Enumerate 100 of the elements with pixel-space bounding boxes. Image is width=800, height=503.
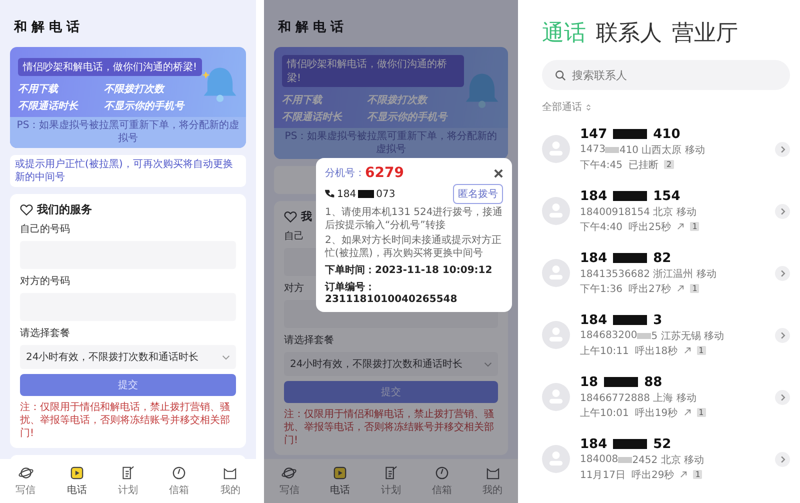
avatar-icon [542,321,570,349]
call-time: 下午4:45 [580,158,622,172]
slogan: 不显示你的手机号 [367,110,449,124]
tab-bar-item[interactable]: 电话 [66,465,87,497]
top-tab[interactable]: 联系人 [596,18,662,48]
plan-dropdown[interactable]: 24小时有效，不限拨打次数和通话时长 [20,345,236,369]
chevron-right-icon[interactable] [775,328,790,342]
avatar-icon [542,135,570,163]
field-label: 自己 [284,230,304,243]
order-number: 订单编号：2311181010040265548 [325,280,458,305]
order-time: 下单时间：2023-11-18 10:09:12 [325,264,494,277]
phone-number-end: 154 [653,188,680,204]
phone-number-start: 184 [580,436,608,452]
blurred-digits [618,456,632,462]
call-time: 下午4:40 [580,220,622,234]
tab-bar-item[interactable]: 电话 [330,465,350,497]
tab-bar-item[interactable]: 写信 [279,465,300,497]
field-label: 自己的号码 [20,223,71,236]
number-location: 18466772888 上海 移动 [580,392,696,404]
call-time: 上午10:01 [580,406,629,420]
warning-note: 注：仅限用于情侣和解电话，禁止拨打营销、骚扰、举报等电话，否则将冻结账号并移交相关部门! [284,408,495,447]
tab-bar-item[interactable]: 计划 [380,465,401,497]
close-icon[interactable] [494,168,503,178]
phone-number-end: 073 [376,188,396,200]
number-location: 1473 [580,144,606,155]
tab-bar-item[interactable]: 我的 [482,465,503,497]
tab-bar-item[interactable]: 写信 [16,465,36,497]
redaction-block [613,191,648,201]
sim-badge: 1 [696,408,706,417]
redaction-block [604,377,638,387]
sim-badge: 1 [690,284,700,293]
banner-footnote: PS：如果虚拟号被拉黑可重新下单，将分配新的虚拟号 [10,117,246,148]
call-time: 下午1:36 [580,282,622,296]
redaction-block [613,315,648,325]
speech-bubble: 情侣吵架和解电话，做你们沟通的桥梁! [282,55,464,87]
chevron-right-icon[interactable] [775,142,790,156]
chevron-right-icon[interactable] [775,390,790,404]
section-heading: 我 [301,209,312,224]
number-location: 184008 [580,454,618,465]
number-location: 5 江苏无锡 移动 [651,330,724,342]
sim-badge: 1 [693,470,702,479]
blurred-digits [605,146,620,152]
top-tab[interactable]: 通话 [542,18,586,48]
phone-number-end: 3 [653,312,662,328]
tab-bar-item[interactable]: 计划 [118,465,138,497]
planet-icon [281,465,298,481]
call-status: 呼出27秒 [628,282,672,296]
clock-icon [171,465,188,481]
chevron-right-icon[interactable] [775,204,790,218]
call-time: 11月17日 [580,468,626,482]
tab-bar-item[interactable]: 我的 [220,465,240,497]
chevron-right-icon[interactable] [775,452,790,466]
heart-icon [20,204,33,216]
search-icon [555,70,566,81]
notice-text: 或提示用户正忙(被拉黑)，可再次购买将自动更换新的中间号 [10,155,246,187]
avatar-icon [542,445,570,473]
top-tab[interactable]: 营业厅 [672,18,738,48]
planet-icon [18,465,34,481]
number-location: 184683200 [580,330,638,341]
notepad-icon [382,465,399,481]
plan-dropdown[interactable]: 24小时有效，不限拨打次数和通话时长 [284,352,498,376]
slogan: 不用下载 [18,82,60,96]
extension-label: 分机号： [325,166,365,180]
banner-footnote: PS：如果虚拟号被拉黑可重新下单，将分配新的虚拟号 [274,128,508,159]
slogan: 不限拨打次数 [104,82,166,96]
call-status: 呼出19秒 [634,406,678,420]
anonymous-dial-button[interactable]: 匿名拨号 [453,184,503,204]
search-field[interactable]: 搜索联系人 [542,60,790,90]
avatar-icon [542,383,570,411]
sort-icon[interactable] [586,102,591,112]
warning-note: 注：仅限用于情侣和解电话，禁止拨打营销、骚扰、举报等电话，否则将冻结账号并移交相关部门! [20,401,231,440]
sim-badge: 1 [690,222,700,231]
slogan: 不限通话时长 [18,100,80,113]
extension-number: 6279 [365,165,404,181]
clock-icon [434,465,450,481]
sim-badge: 2 [664,160,674,169]
call-status: 呼出25秒 [628,220,672,234]
redaction-block [613,439,648,449]
call-status: 已挂断 [628,158,658,172]
tab-bar-item[interactable]: 信箱 [432,465,452,497]
phone-number-end: 410 [653,126,680,142]
phone-icon [325,189,335,199]
app-title: 和 解 电 话 [12,19,81,37]
instruction-text: 1、请使用本机131 524进行拨号，接通后按提示输入“分机号”转接 [325,207,503,232]
filter-label[interactable]: 全部通话 [542,100,582,114]
tab-bar-item[interactable]: 信箱 [169,465,190,497]
submit-button[interactable]: 提交 [20,374,236,396]
speech-bubble: 情侣吵架和解电话，做你们沟通的桥梁! [18,58,202,76]
number-location: 18400918154 北京 移动 [580,206,696,218]
field-label: 对方 [284,282,304,295]
instruction-text: 2、如果对方长时间未接通或提示对方正忙(被拉黑)，再次购买将更换中间号 [325,235,502,260]
redaction-block [613,253,648,263]
avatar-icon [542,197,570,225]
field-label: 请选择套餐 [284,334,335,347]
phone-number-start: 18 [580,374,598,390]
phone-screen-icon [68,465,85,481]
chevron-right-icon[interactable] [775,266,790,280]
section-heading: 我们的服务 [37,202,92,217]
slogan: 不限通话时长 [282,110,344,124]
sim-badge: 1 [696,346,706,355]
